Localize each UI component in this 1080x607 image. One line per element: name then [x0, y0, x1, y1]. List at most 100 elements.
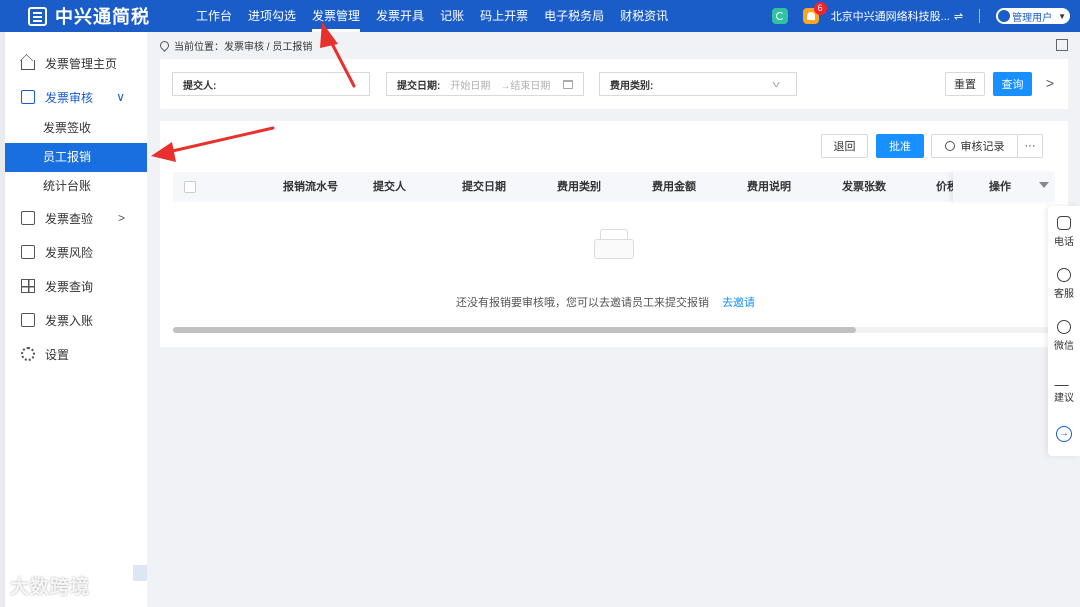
- clock-icon: [944, 141, 955, 151]
- column-header[interactable]: 提交日期: [462, 172, 506, 202]
- nav-invoice-issue[interactable]: 发票开具: [368, 0, 432, 32]
- app-logo[interactable]: 中兴通简税: [28, 3, 188, 29]
- chevron-down-icon: ▼: [1058, 11, 1066, 21]
- more-button[interactable]: ···: [1017, 134, 1043, 158]
- sidebar-item-settings[interactable]: 设置: [5, 337, 147, 371]
- column-header[interactable]: 费用类别: [557, 172, 601, 202]
- operation-column: 操作: [953, 172, 1055, 202]
- sidebar-sub-employee-reimbursement[interactable]: 员工报销: [5, 143, 147, 172]
- grid-icon: [21, 279, 35, 293]
- review-history-label: 审核记录: [960, 141, 1005, 153]
- wechat-icon: [1057, 320, 1071, 334]
- app-name: 中兴通简税: [55, 7, 150, 27]
- sidebar-item-home[interactable]: 发票管理主页: [5, 46, 147, 80]
- company-name[interactable]: 北京中兴通网络科技股...: [831, 8, 950, 24]
- column-header[interactable]: 发票张数: [842, 172, 886, 202]
- chevron-down-icon: ∨: [116, 90, 125, 104]
- invite-link[interactable]: 去邀请: [722, 297, 755, 309]
- breadcrumb: 当前位置： 发票审核 / 员工报销: [158, 38, 313, 53]
- wechat-label: 微信: [1054, 341, 1074, 352]
- date-label: 提交日期:: [397, 80, 441, 92]
- bell-icon[interactable]: 6: [802, 2, 827, 24]
- verify-icon: [21, 211, 35, 225]
- swap-icon[interactable]: ⇌: [954, 10, 963, 23]
- chevron-right-icon: >: [117, 211, 125, 225]
- approve-button[interactable]: 批准: [876, 134, 924, 158]
- submitter-select[interactable]: 提交人:: [172, 72, 370, 96]
- feedback-button[interactable]: 建议: [1048, 372, 1080, 404]
- nav-tax-news[interactable]: 财税资讯: [612, 0, 676, 32]
- chevron-right-icon[interactable]: >: [1046, 75, 1054, 91]
- fullscreen-icon[interactable]: [1056, 39, 1068, 51]
- user-menu[interactable]: 管理用户 ▼: [996, 8, 1070, 24]
- main-panel: 退回 批准 审核记录 ··· 报销流水号 提交人 提交日期 费用类别 费用金额 …: [160, 121, 1068, 347]
- ledger-icon: [21, 313, 35, 327]
- query-button[interactable]: 查询: [993, 72, 1032, 96]
- date-start-placeholder: 开始日期: [450, 80, 491, 92]
- select-all-checkbox[interactable]: [184, 181, 196, 193]
- top-bar: 中兴通简税 工作台 进项勾选 发票管理 发票开具 记账 码上开票 电子税务局 财…: [0, 0, 1080, 32]
- sidebar-item-invoice-risk[interactable]: 发票风险: [5, 235, 147, 269]
- user-name: 管理用户: [1012, 12, 1053, 24]
- filter-panel: 提交人: 提交日期: 开始日期 →结束日期 费用类别: v 重置 查询 >: [160, 59, 1068, 109]
- return-button[interactable]: 退回: [821, 134, 868, 158]
- nav-input-selection[interactable]: 进项勾选: [240, 0, 304, 32]
- top-nav: 工作台 进项勾选 发票管理 发票开具 记账 码上开票 电子税务局 财税资讯: [188, 0, 676, 32]
- sidebar-item-invoice-query[interactable]: 发票查询: [5, 269, 147, 303]
- wechat-button[interactable]: 微信: [1048, 320, 1080, 352]
- pen-icon: [1054, 372, 1074, 386]
- empty-state: 还没有报销要审核哦，您可以去邀请员工来提交报销 去邀请: [456, 294, 755, 310]
- nav-invoice-management[interactable]: 发票管理: [304, 0, 368, 32]
- calendar-icon: [563, 79, 573, 89]
- nav-code-invoice[interactable]: 码上开票: [472, 0, 536, 32]
- service-label: 客服: [1054, 289, 1074, 300]
- phone-button[interactable]: 电话: [1048, 216, 1080, 248]
- sync-icon[interactable]: [771, 8, 788, 24]
- feedback-label: 建议: [1054, 393, 1074, 404]
- edit-icon: [21, 90, 35, 104]
- sidebar-item-invoice-review[interactable]: 发票审核 ∨: [5, 80, 147, 114]
- column-header[interactable]: 报销流水号: [283, 172, 338, 202]
- sidebar-collapse-handle[interactable]: [133, 565, 147, 581]
- nav-workbench[interactable]: 工作台: [188, 0, 240, 32]
- sidebar: 发票管理主页 发票审核 ∨ 发票签收 员工报销 统计台账 发票查验 > 发票风险…: [5, 32, 147, 607]
- right-float-toolbar: 电话 客服 微信 建议 →: [1048, 206, 1080, 456]
- category-select[interactable]: 费用类别: v: [599, 72, 797, 96]
- review-history-button[interactable]: 审核记录: [931, 134, 1018, 158]
- filter-icon[interactable]: [1039, 182, 1049, 192]
- column-header[interactable]: 提交人: [373, 172, 406, 202]
- nav-bookkeeping[interactable]: 记账: [432, 0, 472, 32]
- sidebar-item-label: 发票管理主页: [45, 56, 118, 71]
- sidebar-item-label: 设置: [45, 347, 70, 362]
- chevron-down-icon: v: [772, 79, 780, 89]
- sidebar-sub-statistics-ledger[interactable]: 统计台账: [5, 172, 147, 201]
- column-header[interactable]: 费用说明: [747, 172, 791, 202]
- column-header: 操作: [989, 181, 1011, 193]
- date-range-picker[interactable]: 提交日期: 开始日期 →结束日期: [386, 72, 584, 96]
- arrow-right-circle-icon[interactable]: →: [1056, 426, 1072, 442]
- sidebar-item-invoice-verify[interactable]: 发票查验 >: [5, 201, 147, 235]
- customer-service-button[interactable]: 客服: [1048, 268, 1080, 300]
- sidebar-item-invoice-entry[interactable]: 发票入账: [5, 303, 147, 337]
- table-header: 报销流水号 提交人 提交日期 费用类别 费用金额 费用说明 发票张数 价税 操作: [173, 172, 1055, 202]
- sidebar-item-label: 发票查验: [45, 211, 94, 226]
- category-label: 费用类别:: [610, 80, 654, 92]
- divider: [979, 9, 981, 23]
- headset-icon: [1057, 268, 1071, 282]
- sidebar-item-label: 发票风险: [45, 245, 94, 260]
- nav-e-tax-bureau[interactable]: 电子税务局: [536, 0, 612, 32]
- column-header[interactable]: 费用金额: [652, 172, 696, 202]
- location-icon: [158, 39, 171, 52]
- horizontal-scrollbar[interactable]: [173, 327, 1055, 333]
- date-end-placeholder: →结束日期: [500, 80, 551, 92]
- avatar: [998, 10, 1011, 22]
- phone-label: 电话: [1054, 237, 1074, 248]
- reset-button[interactable]: 重置: [945, 72, 985, 96]
- breadcrumb-path: 发票审核 / 员工报销: [224, 42, 313, 53]
- top-right-tools: 6 北京中兴通网络科技股... ⇌ 管理用户 ▼: [771, 0, 1070, 32]
- sidebar-item-label: 发票查询: [45, 279, 94, 294]
- sidebar-item-label: 发票审核: [45, 90, 94, 105]
- home-icon: [21, 60, 35, 70]
- empty-inbox-icon: [594, 229, 634, 259]
- sidebar-sub-invoice-receipt[interactable]: 发票签收: [5, 114, 147, 143]
